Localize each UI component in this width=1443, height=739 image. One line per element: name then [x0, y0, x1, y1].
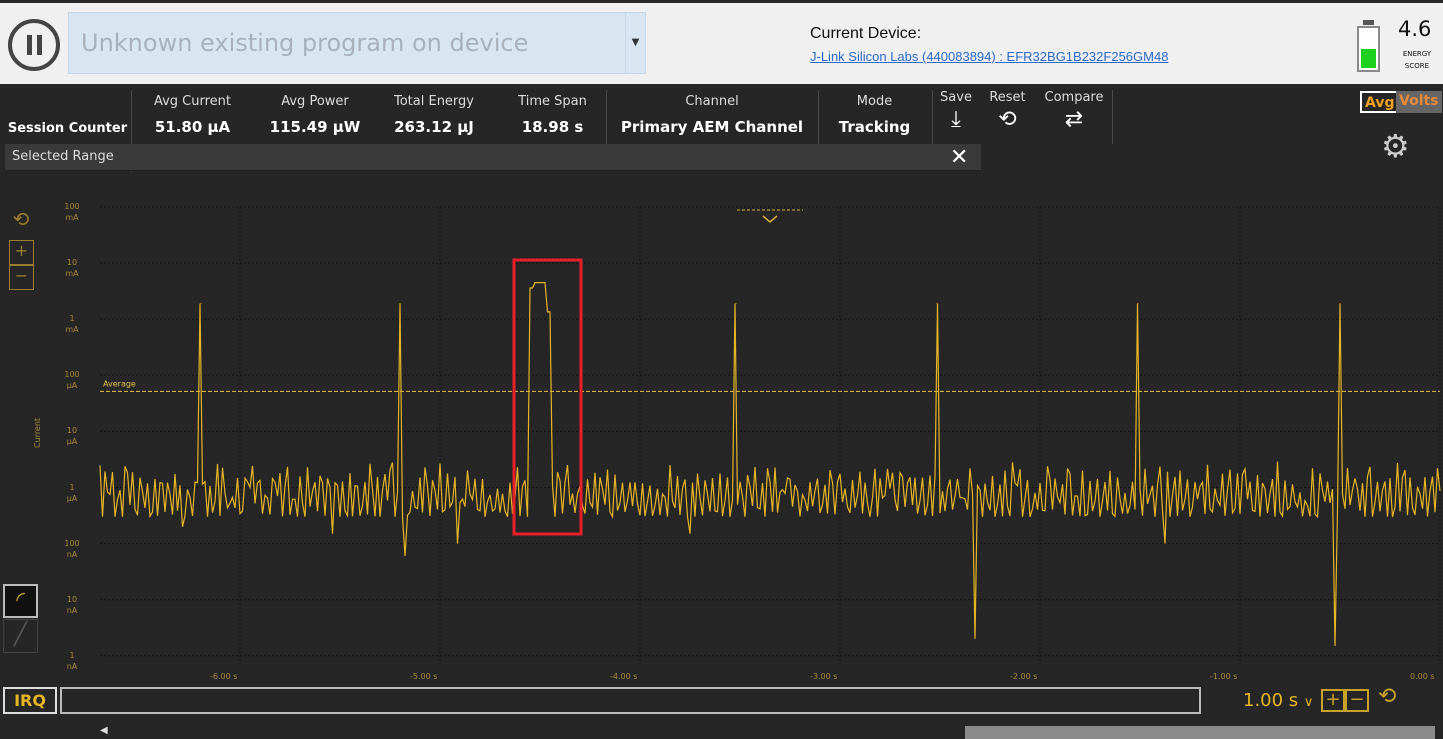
spike-peak [1339, 303, 1341, 305]
x-tick-label: -5.00 s [410, 672, 438, 681]
irq-button[interactable]: IRQ [3, 687, 57, 714]
irq-bar [60, 687, 1201, 714]
chevron-down-icon[interactable] [762, 215, 778, 223]
current-plot[interactable]: Average [0, 0, 1443, 739]
spike-peak [936, 303, 938, 305]
timescale-value: 1.00 s [1243, 690, 1299, 711]
chevron-down-icon: ∨ [1303, 695, 1314, 710]
spike-peak [399, 303, 401, 305]
timescale-select[interactable]: 1.00 s ∨ [1243, 690, 1313, 711]
scrollbar-thumb[interactable] [965, 726, 1435, 739]
spike-peak [735, 303, 737, 305]
highlight-box [512, 258, 583, 536]
scroll-left-icon[interactable]: ◀ [100, 725, 108, 736]
reset-time-icon[interactable]: ⟲ [1378, 684, 1396, 709]
time-zoom-out-button[interactable]: − [1345, 689, 1369, 712]
average-label: Average [103, 379, 136, 388]
spike-peak [200, 303, 202, 305]
x-tick-label: -4.00 s [610, 672, 638, 681]
x-tick-label: 0.00 s [1410, 672, 1435, 681]
x-tick-label: -1.00 s [1210, 672, 1238, 681]
spike-peak [1137, 303, 1139, 305]
x-tick-label: -6.00 s [210, 672, 238, 681]
x-tick-label: -3.00 s [810, 672, 838, 681]
current-trace [99, 282, 1441, 646]
time-zoom-in-button[interactable]: + [1321, 689, 1345, 712]
x-tick-label: -2.00 s [1010, 672, 1038, 681]
